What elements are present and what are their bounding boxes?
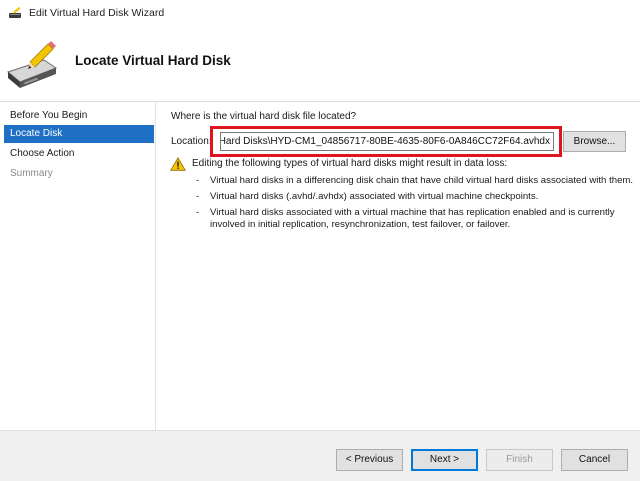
list-item: - Virtual hard disks associated with a vi…	[196, 207, 615, 230]
wizard-header: Locate Virtual Hard Disk	[0, 26, 640, 102]
previous-button[interactable]: < Previous	[336, 449, 403, 471]
location-highlight-box	[210, 126, 562, 157]
title-bar: Edit Virtual Hard Disk Wizard	[0, 0, 640, 26]
next-button[interactable]: Next >	[411, 449, 478, 471]
sidebar-item-locate-disk[interactable]: Locate Disk	[4, 125, 154, 143]
wizard-footer: < Previous Next > Finish Cancel	[0, 430, 640, 481]
window-title: Edit Virtual Hard Disk Wizard	[29, 7, 165, 19]
wizard-disk-icon	[9, 7, 21, 18]
wizard-steps-sidebar: Before You Begin Locate Disk Choose Acti…	[0, 102, 158, 430]
warning-text: Editing the following types of virtual h…	[192, 158, 508, 169]
list-item-text: Virtual hard disks associated with a vir…	[210, 207, 615, 230]
list-item-text: Virtual hard disks in a differencing dis…	[210, 175, 634, 186]
finish-button: Finish	[486, 449, 553, 471]
page-title: Locate Virtual Hard Disk	[75, 53, 231, 68]
location-question: Where is the virtual hard disk file loca…	[171, 111, 357, 122]
hard-disk-pencil-icon	[6, 41, 58, 88]
list-item: - Virtual hard disks in a differencing di…	[196, 175, 634, 186]
browse-button[interactable]: Browse...	[563, 131, 626, 152]
warning-list: - Virtual hard disks in a differencing di…	[196, 175, 636, 235]
sidebar-divider	[155, 102, 156, 430]
sidebar-item-before-you-begin[interactable]: Before You Begin	[4, 107, 154, 125]
cancel-button[interactable]: Cancel	[561, 449, 628, 471]
sidebar-item-choose-action[interactable]: Choose Action	[4, 145, 154, 163]
sidebar-item-summary: Summary	[10, 168, 53, 179]
location-label: Location:	[171, 136, 212, 147]
warning-icon	[170, 157, 186, 171]
wizard-content: Where is the virtual hard disk file loca…	[158, 102, 640, 430]
list-item-text: Virtual hard disks (.avhd/.avhdx) associ…	[210, 191, 539, 202]
list-item: - Virtual hard disks (.avhd/.avhdx) assoc…	[196, 191, 539, 202]
